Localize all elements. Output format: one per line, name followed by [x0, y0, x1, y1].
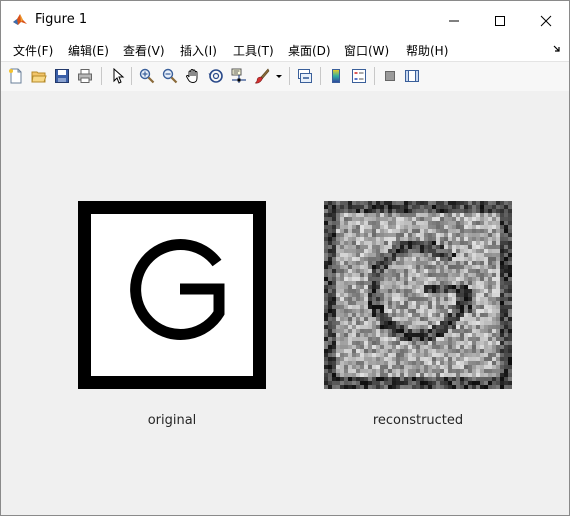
toolbar-separator [289, 67, 290, 85]
brush-icon[interactable] [254, 68, 270, 84]
close-button[interactable] [523, 1, 569, 39]
menu-bar: 文件(F) 编辑(E) 查看(V) 插入(I) 工具(T) 桌面(D) 窗口(W… [1, 39, 569, 61]
minimize-icon [449, 20, 459, 22]
print-icon[interactable] [77, 68, 93, 84]
menu-tools[interactable]: 工具(T) [233, 42, 274, 59]
hide-plot-tools-icon[interactable] [382, 68, 398, 84]
maximize-icon [495, 16, 505, 26]
zoom-in-icon[interactable] [139, 68, 155, 84]
show-plot-tools-icon[interactable] [404, 68, 420, 84]
menu-window[interactable]: 窗口(W) [344, 42, 389, 59]
toolbar-separator [320, 67, 321, 85]
toolbar-separator [101, 67, 102, 85]
dock-arrow-icon[interactable] [553, 45, 561, 53]
zoom-out-icon[interactable] [162, 68, 178, 84]
brush-dropdown-icon[interactable] [275, 68, 283, 84]
figure-canvas[interactable]: original reconstructed [1, 91, 569, 515]
maximize-button[interactable] [477, 1, 523, 39]
menu-edit[interactable]: 编辑(E) [68, 42, 109, 59]
menu-view[interactable]: 查看(V) [123, 42, 165, 59]
figure-window: Figure 1 文件(F) 编辑(E) 查看(V) 插入(I) 工具(T) 桌… [0, 0, 570, 516]
menu-help[interactable]: 帮助(H) [406, 42, 448, 59]
rotate-3d-icon[interactable] [208, 68, 224, 84]
link-plot-icon[interactable] [297, 68, 313, 84]
reconstructed-label: reconstructed [372, 413, 464, 428]
open-file-icon[interactable] [31, 68, 47, 84]
toolbar-separator [374, 67, 375, 85]
menu-file[interactable]: 文件(F) [13, 42, 53, 59]
reconstructed-image-axes[interactable] [324, 201, 512, 389]
matlab-logo-icon [12, 12, 28, 28]
title-bar[interactable]: Figure 1 [1, 1, 569, 39]
close-icon [540, 15, 552, 27]
toolbar-separator [131, 67, 132, 85]
original-label: original [147, 413, 197, 428]
edit-plot-icon[interactable] [109, 68, 125, 84]
legend-icon[interactable] [351, 68, 367, 84]
minimize-button[interactable] [431, 1, 477, 39]
menu-insert[interactable]: 插入(I) [180, 42, 217, 59]
menu-desktop[interactable]: 桌面(D) [288, 42, 331, 59]
figure-toolbar [1, 61, 569, 92]
pan-icon[interactable] [185, 68, 201, 84]
save-icon[interactable] [54, 68, 70, 84]
original-image-axes[interactable] [78, 201, 266, 389]
new-figure-icon[interactable] [8, 68, 24, 84]
data-cursor-icon[interactable] [231, 68, 247, 84]
window-title: Figure 1 [35, 12, 88, 27]
colorbar-icon[interactable] [328, 68, 344, 84]
